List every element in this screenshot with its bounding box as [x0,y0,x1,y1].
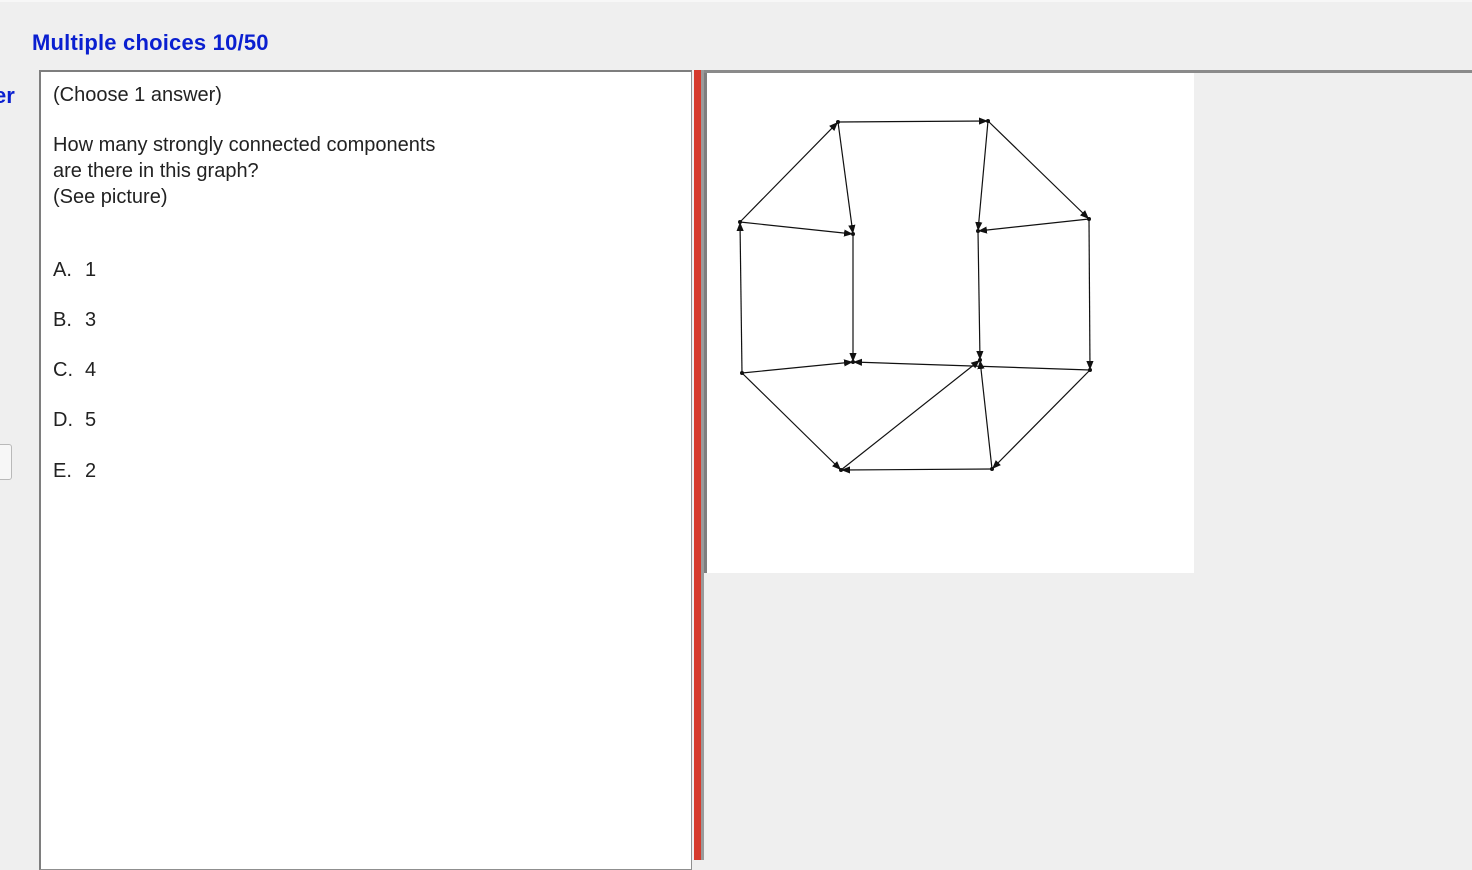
graph-edge [739,221,854,237]
choice-b[interactable]: B. 3 [53,309,96,332]
question-image-panel [704,73,1194,573]
graph-edge [976,230,984,361]
question-panel: (Choose 1 answer) How many strongly conn… [39,70,692,870]
graph-node [978,358,982,362]
choice-letter: D. [53,409,73,431]
question-instruction: (Choose 1 answer) [53,84,222,106]
graph-edge [840,359,981,471]
graph-node [990,467,994,471]
choice-value: 1 [85,259,97,281]
choice-c[interactable]: C. 4 [53,359,96,382]
choice-letter: A. [53,259,72,281]
graph-edge [741,372,842,471]
graph-node [836,120,840,124]
graph-edge [987,120,1090,220]
choice-letter: B. [53,309,72,331]
clipped-left-label: er [0,83,15,108]
graph-node [1088,368,1092,372]
graph-edge [739,121,839,223]
panel-splitter[interactable] [694,70,704,860]
choice-e[interactable]: E. 2 [53,460,96,483]
graph-node [851,360,855,364]
choice-value: 2 [85,460,97,482]
graph-edge [840,466,993,474]
question-line-2: are there in this graph? [53,160,259,182]
graph-edge [1086,218,1094,371]
clipped-left-control[interactable] [0,444,12,480]
window-top-edge [0,0,1472,2]
graph-node [1087,217,1091,221]
graph-edge [837,121,856,235]
graph-edge [977,359,993,470]
question-line-1: How many strongly connected components [53,134,436,156]
choice-value: 5 [85,409,97,431]
choice-letter: C. [53,359,73,381]
choice-value: 4 [85,359,97,381]
page-title: Multiple choices 10/50 [32,30,269,55]
question-line-3: (See picture) [53,186,168,208]
graph-node [738,220,742,224]
choice-value: 3 [85,309,97,331]
graph-edge [837,117,989,125]
graph-edge [975,120,989,232]
graph-edge [991,369,1091,470]
directed-graph-picture [736,117,1094,474]
choice-d[interactable]: D. 5 [53,409,96,432]
graph-edge [741,359,854,374]
graph-edge [977,218,1090,234]
choice-a[interactable]: A. 1 [53,259,96,282]
graph-node [851,232,855,236]
graph-node [976,229,980,233]
graph-node [839,468,843,472]
graph-node [986,119,990,123]
choice-letter: E. [53,460,72,482]
graph-node [740,371,744,375]
graph-edge [736,221,744,374]
